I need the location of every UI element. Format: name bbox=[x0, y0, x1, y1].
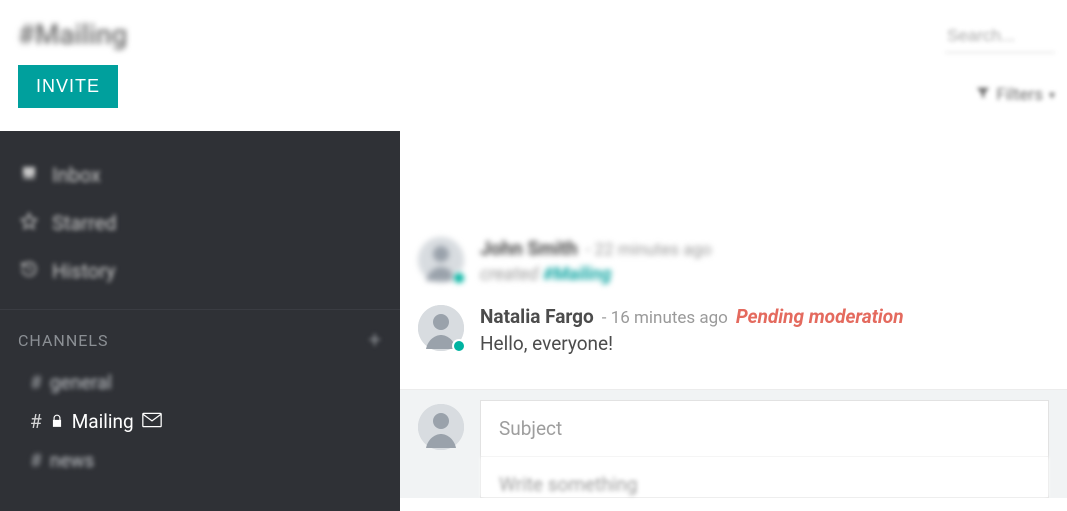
message-row: John Smith 22 minutes ago created #Mailing bbox=[400, 227, 1067, 295]
channel-list: # general # Mailing # news bbox=[0, 363, 400, 480]
invite-button[interactable]: INVITE bbox=[18, 65, 118, 108]
message-row: Natalia Fargo 16 minutes ago Pending moder… bbox=[400, 295, 1067, 365]
history-icon bbox=[18, 260, 40, 283]
message-author: Natalia Fargo bbox=[480, 305, 594, 328]
moderation-flag: Pending moderation bbox=[736, 305, 904, 328]
nav-starred[interactable]: Starred bbox=[14, 199, 386, 247]
body-input[interactable] bbox=[481, 457, 1048, 497]
channel-item-news[interactable]: # news bbox=[18, 441, 382, 480]
header-bar: #Mailing INVITE Filters ▾ bbox=[0, 0, 1067, 131]
hash-icon: # bbox=[30, 410, 42, 433]
composer-row bbox=[400, 389, 1067, 498]
channel-label: news bbox=[50, 449, 95, 472]
channel-item-mailing[interactable]: # Mailing bbox=[18, 402, 382, 441]
sidebar: Inbox Starred History CHANNELS + # genera… bbox=[0, 131, 400, 511]
system-message: created #Mailing bbox=[480, 264, 1049, 285]
message-body: Natalia Fargo 16 minutes ago Pending moder… bbox=[480, 305, 1049, 355]
avatar bbox=[418, 404, 464, 450]
message-text: Hello, everyone! bbox=[480, 332, 1049, 355]
hash-icon: # bbox=[30, 371, 42, 394]
search-input[interactable] bbox=[945, 20, 1055, 53]
presence-indicator bbox=[452, 271, 466, 285]
filters-dropdown[interactable]: Filters ▾ bbox=[976, 85, 1055, 105]
add-channel-icon[interactable]: + bbox=[369, 328, 382, 353]
message-body: John Smith 22 minutes ago created #Mailing bbox=[480, 237, 1049, 285]
composer bbox=[480, 400, 1049, 498]
channels-header: CHANNELS + bbox=[0, 328, 400, 363]
sidebar-separator bbox=[0, 309, 400, 310]
caret-down-icon: ▾ bbox=[1049, 88, 1055, 102]
mail-icon bbox=[142, 410, 162, 433]
filter-icon bbox=[976, 86, 990, 104]
system-action: created bbox=[480, 264, 538, 285]
message-pane: John Smith 22 minutes ago created #Mailing… bbox=[400, 131, 1067, 511]
avatar bbox=[418, 237, 464, 283]
channel-label: Mailing bbox=[72, 410, 134, 433]
star-icon bbox=[18, 212, 40, 235]
channel-link[interactable]: #Mailing bbox=[543, 264, 611, 285]
hash-icon: # bbox=[30, 449, 42, 472]
subject-input[interactable] bbox=[481, 401, 1048, 457]
channel-title: #Mailing bbox=[18, 18, 1049, 51]
avatar bbox=[418, 305, 464, 351]
filters-label: Filters bbox=[996, 85, 1043, 105]
message-author: John Smith bbox=[480, 237, 578, 260]
nav-history[interactable]: History bbox=[14, 247, 386, 295]
inbox-icon bbox=[18, 164, 40, 187]
message-header: Natalia Fargo 16 minutes ago Pending moder… bbox=[480, 305, 1049, 328]
nav-label: Starred bbox=[52, 211, 117, 235]
nav-label: Inbox bbox=[52, 163, 101, 187]
channel-item-general[interactable]: # general bbox=[18, 363, 382, 402]
presence-indicator bbox=[452, 339, 466, 353]
channels-header-label: CHANNELS bbox=[18, 331, 108, 350]
nav-label: History bbox=[52, 259, 116, 283]
lock-icon bbox=[50, 410, 64, 433]
nav-list: Inbox Starred History bbox=[0, 151, 400, 295]
nav-inbox[interactable]: Inbox bbox=[14, 151, 386, 199]
message-header: John Smith 22 minutes ago bbox=[480, 237, 1049, 260]
message-timestamp: 16 minutes ago bbox=[602, 308, 728, 328]
message-timestamp: 22 minutes ago bbox=[586, 240, 712, 260]
channel-label: general bbox=[50, 371, 112, 394]
